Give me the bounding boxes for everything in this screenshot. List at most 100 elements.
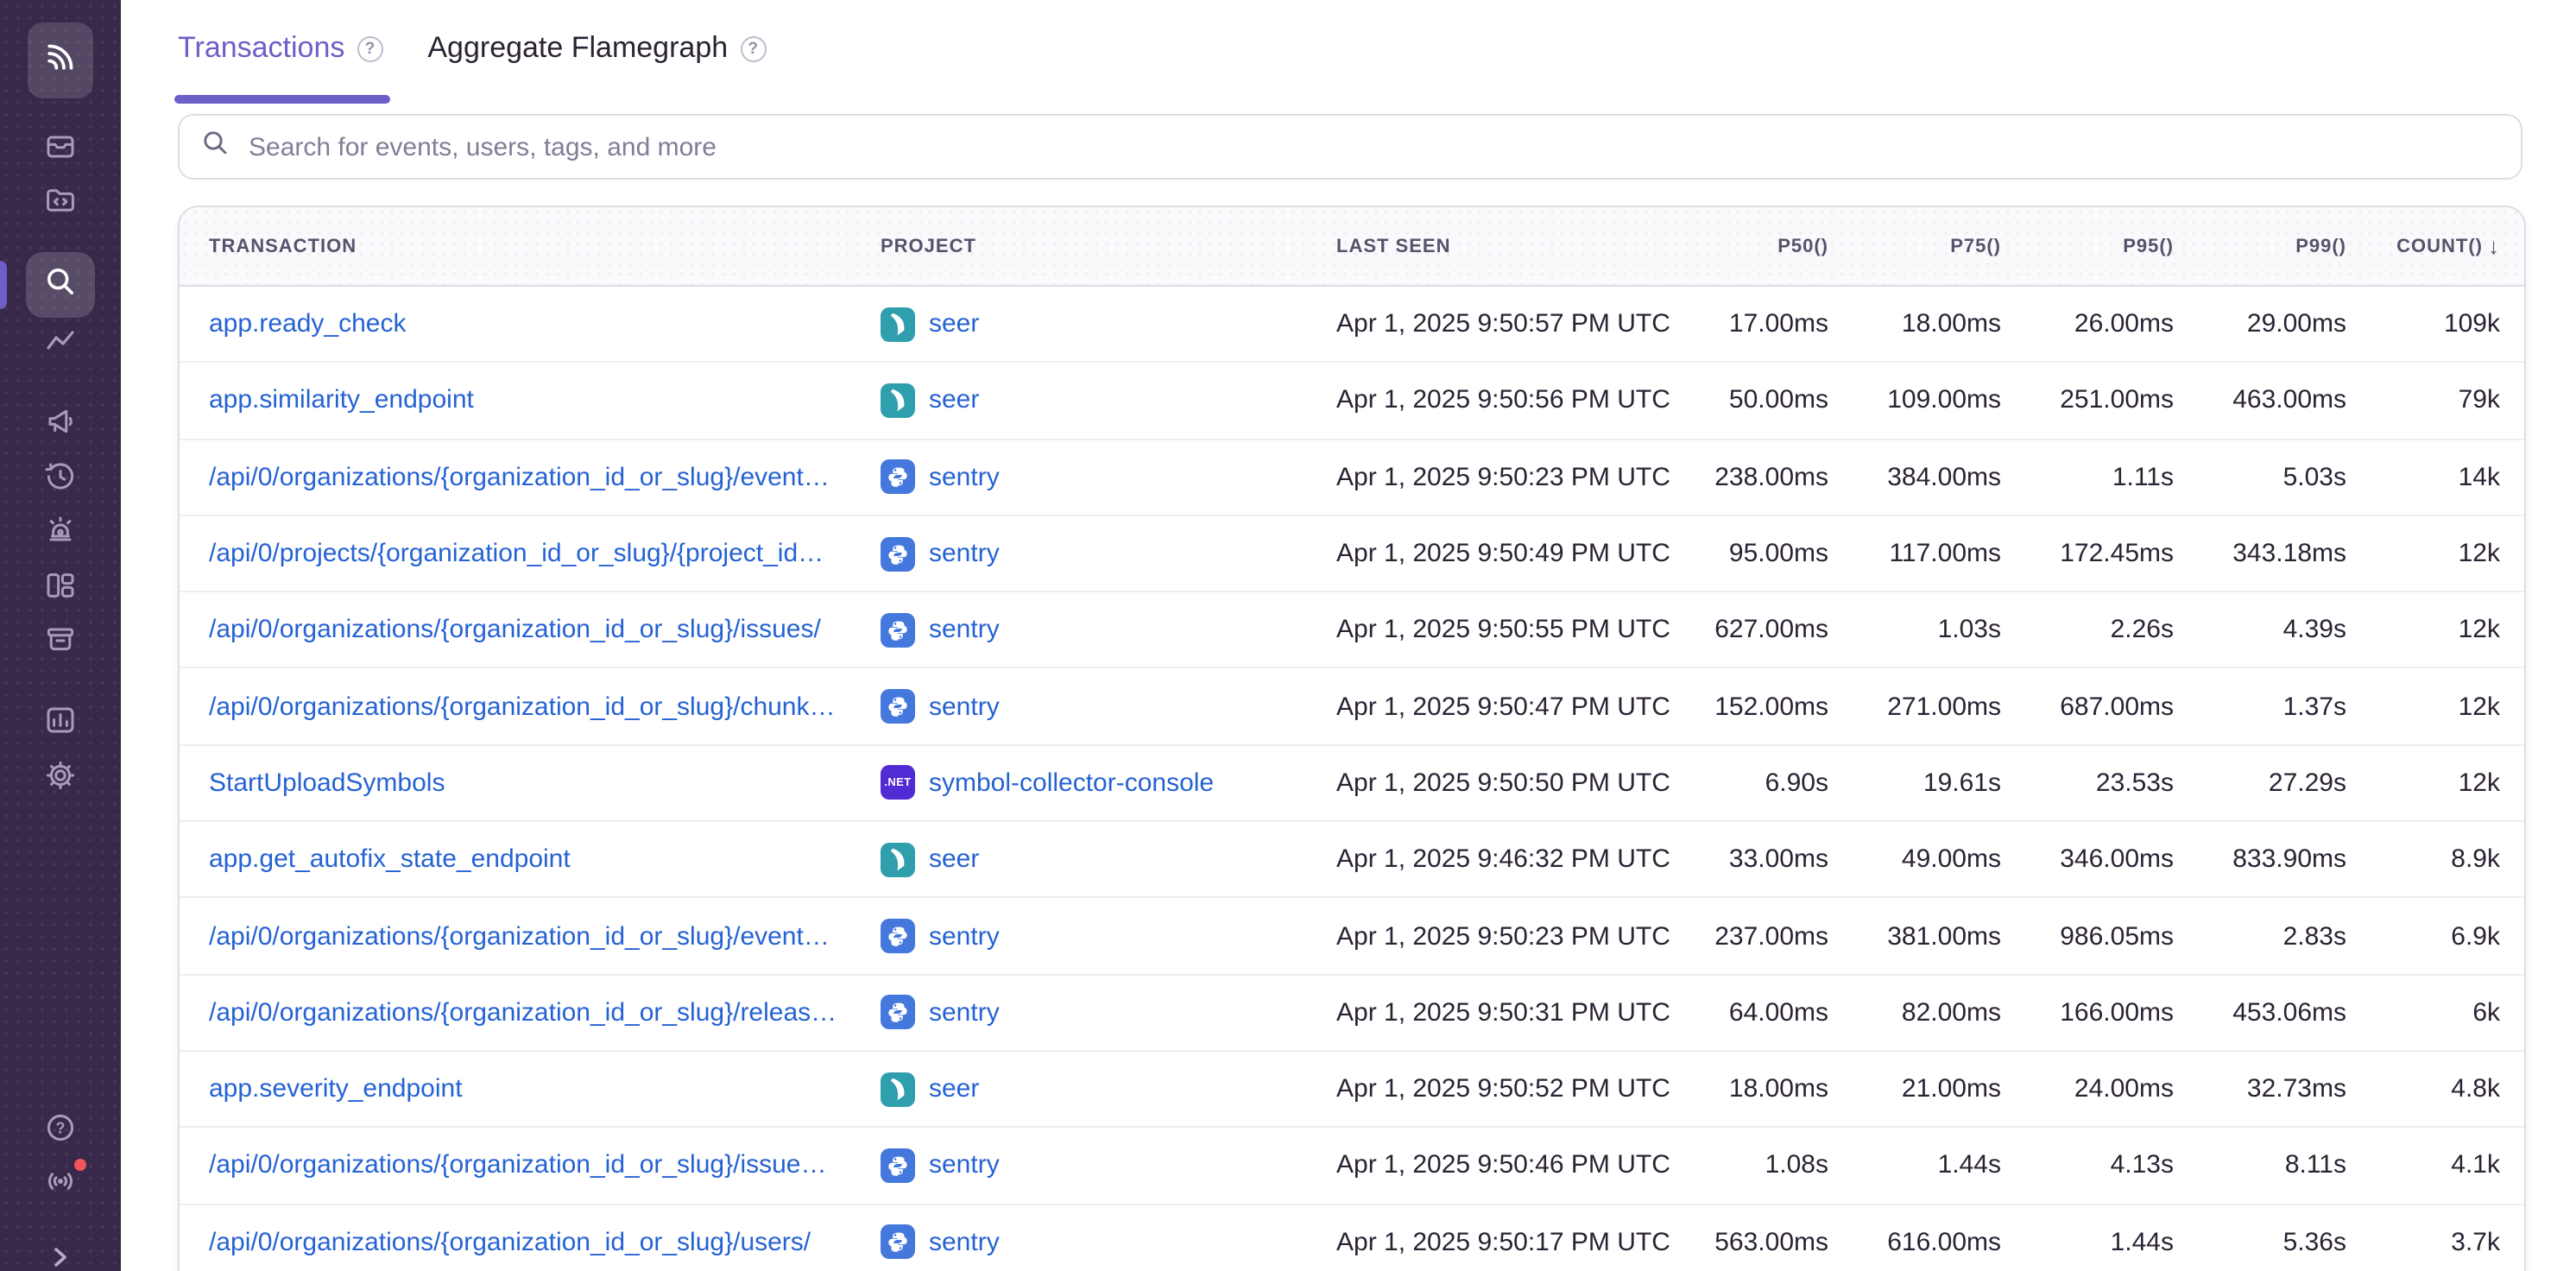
transaction-link[interactable]: /api/0/organizations/{organization_id_or… (209, 692, 836, 721)
p99-value: 453.06ms (2174, 998, 2346, 1028)
p95-value: 986.05ms (2001, 921, 2174, 951)
p75-value: 384.00ms (1828, 462, 2001, 491)
table-row[interactable]: app.get_autofix_state_endpoint seer Apr … (180, 822, 2524, 899)
table-row[interactable]: /api/0/organizations/{organization_id_or… (180, 592, 2524, 669)
sidebar-item-whats-new[interactable] (43, 1164, 78, 1198)
column-header-last-seen[interactable]: LAST SEEN (1336, 236, 1656, 256)
transaction-link[interactable]: /api/0/organizations/{organization_id_or… (209, 1151, 827, 1180)
sidebar-item-alerts[interactable] (43, 513, 78, 547)
project-link[interactable]: sentry (929, 1151, 1000, 1180)
table-row[interactable]: /api/0/organizations/{organization_id_or… (180, 1129, 2524, 1205)
sidebar-item-projects[interactable] (43, 183, 78, 218)
last-seen-value: Apr 1, 2025 9:50:31 PM UTC (1336, 998, 1656, 1028)
table-row[interactable]: /api/0/organizations/{organization_id_or… (180, 1205, 2524, 1271)
project-link[interactable]: sentry (929, 616, 1000, 645)
p99-value: 29.00ms (2174, 309, 2346, 338)
sidebar-item-feedback[interactable] (43, 404, 78, 439)
transaction-link[interactable]: app.severity_endpoint (209, 1074, 463, 1103)
transaction-link[interactable]: /api/0/organizations/{organization_id_or… (209, 1227, 811, 1256)
p95-value: 24.00ms (2001, 1074, 2174, 1103)
sentry-logo-icon (41, 37, 79, 84)
seer-icon (881, 842, 915, 876)
issues-icon (43, 130, 78, 164)
table-row[interactable]: StartUploadSymbols .NET symbol-collector… (180, 746, 2524, 823)
transaction-link[interactable]: /api/0/organizations/{organization_id_or… (209, 616, 821, 645)
sidebar: ? (0, 0, 121, 1271)
p75-value: 109.00ms (1828, 386, 2001, 415)
project-link[interactable]: sentry (929, 1227, 1000, 1256)
tab-transactions-help-icon[interactable]: ? (357, 35, 382, 61)
table-row[interactable]: /api/0/organizations/{organization_id_or… (180, 899, 2524, 976)
search-input[interactable] (245, 130, 2500, 163)
transaction-link[interactable]: /api/0/projects/{organization_id_or_slug… (209, 539, 824, 568)
p99-value: 833.90ms (2174, 844, 2346, 874)
last-seen-value: Apr 1, 2025 9:50:52 PM UTC (1336, 1074, 1656, 1103)
project-link[interactable]: seer (929, 844, 979, 874)
main-content: Transactions ? Aggregate Flamegraph ? TR… (121, 0, 2576, 1271)
p75-value: 381.00ms (1828, 921, 2001, 951)
transaction-link[interactable]: app.similarity_endpoint (209, 386, 474, 415)
project-link[interactable]: seer (929, 309, 979, 338)
transaction-link[interactable]: StartUploadSymbols (209, 768, 445, 798)
table-row[interactable]: /api/0/projects/{organization_id_or_slug… (180, 516, 2524, 593)
table-row[interactable]: app.similarity_endpoint seer Apr 1, 2025… (180, 364, 2524, 440)
project-link[interactable]: sentry (929, 539, 1000, 568)
count-value: 6.9k (2346, 921, 2500, 951)
sentry-logo-button[interactable] (28, 22, 93, 98)
transaction-link[interactable]: app.ready_check (209, 309, 407, 338)
tab-aggregate-flamegraph-help-icon[interactable]: ? (740, 35, 766, 61)
transaction-link[interactable]: /api/0/organizations/{organization_id_or… (209, 921, 830, 951)
table-row[interactable]: /api/0/organizations/{organization_id_or… (180, 975, 2524, 1052)
transaction-link[interactable]: app.get_autofix_state_endpoint (209, 844, 571, 874)
sidebar-item-replays[interactable] (43, 459, 78, 494)
count-value: 8.9k (2346, 844, 2500, 874)
table-row[interactable]: /api/0/organizations/{organization_id_or… (180, 439, 2524, 516)
p50-value: 6.90s (1656, 768, 1828, 798)
p75-value: 271.00ms (1828, 692, 2001, 721)
column-header-p50[interactable]: P50() (1656, 236, 1828, 256)
p75-value: 1.44s (1828, 1151, 2001, 1180)
sidebar-item-releases[interactable] (43, 622, 78, 656)
project-link[interactable]: sentry (929, 692, 1000, 721)
archive-box-icon (43, 622, 78, 656)
project-link[interactable]: symbol-collector-console (929, 768, 1214, 798)
project-link[interactable]: sentry (929, 998, 1000, 1028)
project-link[interactable]: sentry (929, 921, 1000, 951)
tab-aggregate-flamegraph[interactable]: Aggregate Flamegraph ? (427, 19, 766, 78)
sidebar-item-help[interactable]: ? (43, 1110, 78, 1145)
project-link[interactable]: seer (929, 386, 979, 415)
transaction-link[interactable]: /api/0/organizations/{organization_id_or… (209, 998, 837, 1028)
column-header-p95[interactable]: P95() (2001, 236, 2174, 256)
table-row[interactable]: /api/0/organizations/{organization_id_or… (180, 669, 2524, 746)
last-seen-value: Apr 1, 2025 9:46:32 PM UTC (1336, 844, 1656, 874)
sidebar-item-insights[interactable] (43, 703, 78, 737)
p75-value: 19.61s (1828, 768, 2001, 798)
p75-value: 1.03s (1828, 616, 2001, 645)
sidebar-item-settings[interactable] (43, 758, 78, 793)
last-seen-value: Apr 1, 2025 9:50:47 PM UTC (1336, 692, 1656, 721)
chevron-right-icon (43, 1240, 78, 1271)
search-bar[interactable] (178, 114, 2522, 180)
sidebar-item-stats[interactable] (43, 325, 78, 359)
column-header-count[interactable]: COUNT() ↓ (2346, 233, 2500, 259)
sidebar-item-issues[interactable] (43, 130, 78, 164)
p50-value: 50.00ms (1656, 386, 1828, 415)
tab-transactions[interactable]: Transactions ? (178, 19, 382, 78)
sidebar-expand-button[interactable] (43, 1240, 78, 1271)
project-link[interactable]: sentry (929, 462, 1000, 491)
table-row[interactable]: app.ready_check seer Apr 1, 2025 9:50:57… (180, 287, 2524, 364)
seer-icon (881, 307, 915, 341)
transaction-link[interactable]: /api/0/organizations/{organization_id_or… (209, 462, 830, 491)
tab-transactions-label: Transactions (178, 31, 344, 66)
table-row[interactable]: app.severity_endpoint seer Apr 1, 2025 9… (180, 1052, 2524, 1129)
p50-value: 563.00ms (1656, 1227, 1828, 1256)
p99-value: 2.83s (2174, 921, 2346, 951)
project-link[interactable]: seer (929, 1074, 979, 1103)
column-header-p99[interactable]: P99() (2174, 236, 2346, 256)
column-header-project[interactable]: PROJECT (881, 236, 1336, 256)
sidebar-item-explore[interactable] (26, 252, 95, 318)
column-header-p75[interactable]: P75() (1828, 236, 2001, 256)
p99-value: 32.73ms (2174, 1074, 2346, 1103)
column-header-transaction[interactable]: TRANSACTION (209, 236, 881, 256)
sidebar-item-dashboards[interactable] (43, 568, 78, 603)
